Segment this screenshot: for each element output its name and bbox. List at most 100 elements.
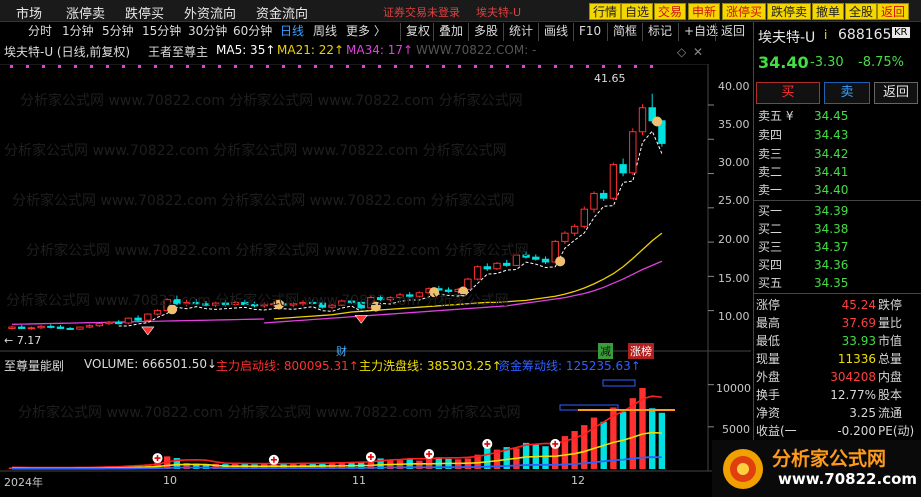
tab-multi-stock[interactable]: 多股 <box>468 23 503 41</box>
signal-dot <box>378 65 381 68</box>
candle-up <box>124 317 133 324</box>
candle-down <box>600 192 608 199</box>
hand-pointer-icon <box>429 287 440 298</box>
menu-limit-up-sell[interactable]: 涨停卖 <box>66 3 105 22</box>
tab-draw-line[interactable]: 画线 <box>538 23 573 41</box>
candle-up <box>299 301 307 305</box>
toolbar-watchlist-button[interactable]: 自选 <box>621 3 654 20</box>
chart-area: 分析家公式网 www.70822.com 分析家公式网 www.70822.co… <box>0 22 751 497</box>
trade-login-status[interactable]: 证券交易未登录 <box>383 4 460 20</box>
period-daily[interactable]: 日线 <box>279 23 305 40</box>
quote-back-button[interactable]: 返回 <box>874 82 918 104</box>
info-label: 换手 <box>756 388 781 402</box>
info-divider <box>754 293 921 294</box>
tab-statistics[interactable]: 统计 <box>503 23 538 41</box>
order-book-ask: 卖五 ¥34.45 <box>758 109 849 123</box>
order-book-ask: 卖二 34.41 <box>758 165 849 179</box>
sell-button[interactable]: 卖 <box>824 82 870 104</box>
candle-up <box>338 300 346 306</box>
stock-name: 埃夫特-U <box>758 30 816 46</box>
info-label: 涨停 <box>756 298 781 312</box>
info-row: 净资 3.25 流通 <box>754 405 921 421</box>
toolbar-cancel-order-button[interactable]: 撤单 <box>812 3 845 20</box>
info-row: 收益(一 -0.200 PE(动) <box>754 423 921 439</box>
tab-overlay[interactable]: 叠加 <box>433 23 468 41</box>
signal-dot <box>298 65 301 68</box>
tab-f10[interactable]: F10 <box>573 23 606 41</box>
buy-button[interactable]: 买 <box>756 82 820 104</box>
close-icon[interactable]: ✕ <box>688 44 708 62</box>
stock-code: 688165 <box>838 27 892 43</box>
toolbar-back-button[interactable]: 返回 <box>877 3 910 20</box>
signal-dot <box>186 65 189 68</box>
tab-simple-frame[interactable]: 简框 <box>607 23 642 41</box>
toolbar-limit-down-sell-button[interactable]: 跌停卖 <box>767 3 812 20</box>
candle-down <box>522 254 530 258</box>
signal-dot <box>250 65 253 68</box>
info-label: 内盘 <box>878 370 903 384</box>
candle-up <box>85 325 94 328</box>
stock-terminal: 市场 涨停卖 跌停买 外资流向 资金流向 证券交易未登录 埃夫特-U 行情 自选… <box>0 0 921 497</box>
info-label: 外盘 <box>756 370 781 384</box>
signal-dot <box>266 65 269 68</box>
candle-down <box>202 303 210 306</box>
logo-url: www.70822.com <box>778 470 918 488</box>
menu-market[interactable]: 市场 <box>16 3 42 22</box>
candle-down <box>347 300 356 303</box>
candle-down <box>376 297 385 301</box>
period-more[interactable]: 更多 〉 <box>345 23 387 40</box>
toolbar-new-subscription-button[interactable]: 申新 <box>688 3 721 20</box>
hand-pointer-icon <box>652 116 663 127</box>
main-wash-line-value: 主力洗盘线: 385303.25↑ <box>359 359 502 373</box>
candle-up <box>153 310 162 315</box>
signal-dot <box>346 65 349 68</box>
info-label: 最高 <box>756 316 781 330</box>
volume-indicator-name[interactable]: 至尊量能剧 <box>4 357 64 374</box>
menu-foreign-flow[interactable]: 外资流向 <box>184 3 236 22</box>
date-axis-label: 2024年 <box>4 476 43 489</box>
candle-up <box>260 303 268 307</box>
toolbar-trade-button[interactable]: 交易 <box>654 3 687 20</box>
period-30min[interactable]: 30分钟 <box>187 23 228 40</box>
info-row: 外盘 304208 内盘 <box>754 369 921 385</box>
signal-dot <box>474 65 477 68</box>
tab-restore-rights[interactable]: 复权 <box>400 23 435 41</box>
toolbar-limit-up-buy-button[interactable]: 涨停买 <box>722 3 767 20</box>
menu-capital-flow[interactable]: 资金流向 <box>256 3 308 22</box>
volume-bar-down <box>658 412 666 469</box>
price-change: -3.30 <box>810 55 844 70</box>
period-5min[interactable]: 5分钟 <box>101 23 135 40</box>
signal-dot <box>218 65 221 68</box>
hand-pointer-icon <box>370 301 381 312</box>
toolbar-quote-button[interactable]: 行情 <box>589 3 622 20</box>
price-axis-label: 40.00 <box>718 80 750 93</box>
candle-up <box>473 266 482 280</box>
signal-dot <box>202 65 205 68</box>
toolbar-all-stocks-button[interactable]: 全股 <box>845 3 878 20</box>
indicator-name[interactable]: 王者至尊主 <box>148 43 208 60</box>
order-book-bid: 买三 34.37 <box>758 240 849 254</box>
volume-axis-label: 10000 <box>716 382 751 395</box>
kline-chart[interactable] <box>0 22 751 497</box>
period-weekly[interactable]: 周线 <box>312 23 338 40</box>
quote-panel: 埃夫特-U i 688165 KR 34.40 -3.30 -8.75% 买 卖… <box>712 22 921 497</box>
candle-up <box>561 232 569 242</box>
tab-back[interactable]: 返回 <box>715 23 750 41</box>
info-label: 市值 <box>878 334 903 348</box>
period-15min[interactable]: 15分钟 <box>141 23 182 40</box>
period-60min[interactable]: 60分钟 <box>232 23 273 40</box>
candle-down <box>221 302 230 305</box>
period-intraday[interactable]: 分时 <box>27 23 53 40</box>
period-1min[interactable]: 1分钟 <box>61 23 95 40</box>
candle-down <box>192 301 201 305</box>
tab-mark[interactable]: 标记 <box>642 23 677 41</box>
signal-dot <box>442 65 445 68</box>
signal-dot <box>282 65 285 68</box>
info-value: 33.93 <box>841 334 876 348</box>
menu-limit-down-buy[interactable]: 跌停买 <box>125 3 164 22</box>
info-value: 304208 <box>830 370 876 384</box>
signal-dot <box>58 65 61 68</box>
logo-icon <box>723 449 763 489</box>
ma34-value: MA34: 17↑ <box>346 43 414 57</box>
candle-down <box>134 317 142 321</box>
